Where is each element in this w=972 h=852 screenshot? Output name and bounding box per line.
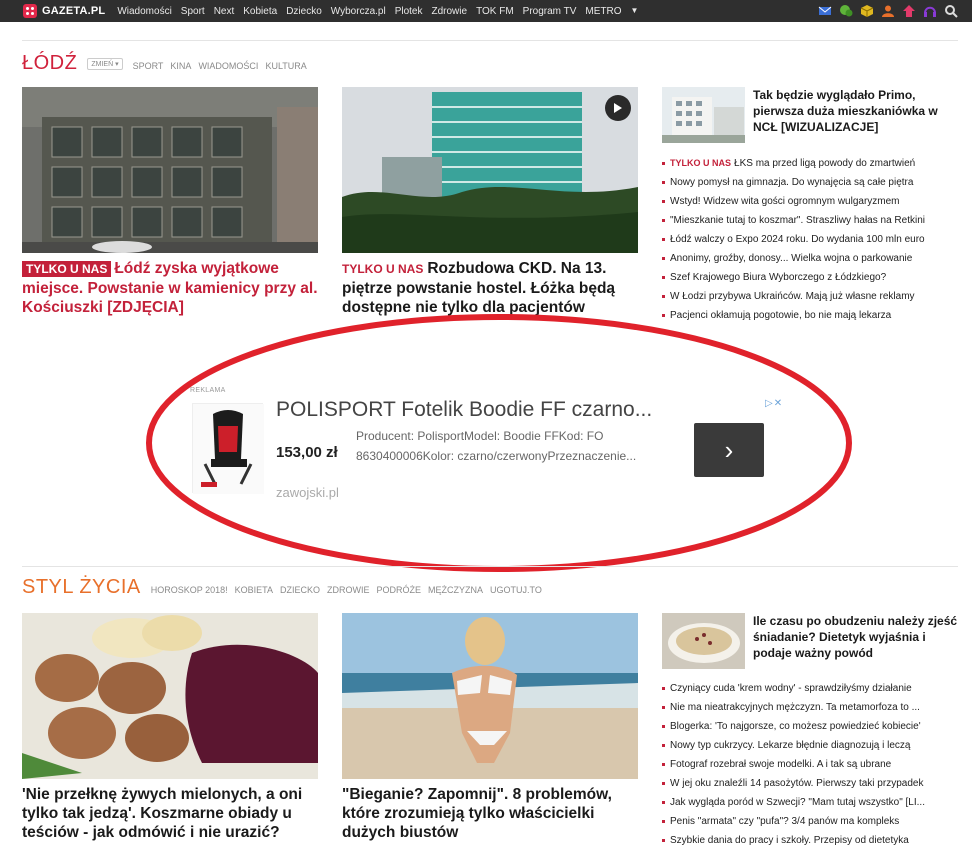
section-link-dziecko[interactable]: DZIECKO xyxy=(280,585,320,595)
ad-price: 153,00 zł xyxy=(276,444,338,461)
article-image-obiady[interactable] xyxy=(22,613,318,779)
styl-section-header: STYL ŻYCIA HOROSKOP 2018! KOBIETA DZIECK… xyxy=(22,576,549,599)
section-link-wiadomosci[interactable]: WIADOMOŚCI xyxy=(198,61,258,71)
section-link-horoskop[interactable]: HOROSKOP 2018! xyxy=(151,585,228,595)
section-link-podroze[interactable]: PODRÓŻE xyxy=(376,585,421,595)
top-icons xyxy=(818,4,958,18)
mail-icon[interactable] xyxy=(818,4,832,18)
list-item[interactable]: Nowy pomysł na gimnazja. Do wynajęcia są… xyxy=(662,173,958,192)
gazeta-logo[interactable]: GAZETA.PL xyxy=(23,4,105,18)
nav-link-metro[interactable]: METRO xyxy=(585,6,621,17)
article-title-ckd[interactable]: TYLKO U NAS Rozbudowa CKD. Na 13. piętrze… xyxy=(342,259,638,317)
section-link-zdrowie[interactable]: ZDROWIE xyxy=(327,585,370,595)
section-link-mezczyzna[interactable]: MĘŻCZYZNA xyxy=(428,585,483,595)
side-article-title[interactable]: Ile czasu po obudzeniu należy zjeść śnia… xyxy=(753,613,958,661)
side-article-thumbnail[interactable] xyxy=(662,87,745,143)
exclusive-tag: TYLKO U NAS xyxy=(22,261,112,277)
chevron-right-icon: › xyxy=(724,434,734,465)
section-title[interactable]: ŁÓDŹ xyxy=(22,52,77,75)
user-icon[interactable] xyxy=(881,4,895,18)
exclusive-tag: TYLKO U NAS xyxy=(670,158,732,168)
article-image-kamienica[interactable] xyxy=(22,87,318,253)
top-navigation-bar: GAZETA.PL Wiadomości Sport Next Kobieta … xyxy=(0,0,972,22)
list-item[interactable]: Czyniący cuda 'krem wodny' - sprawdziłyś… xyxy=(662,679,958,698)
nav-link-zdrowie[interactable]: Zdrowie xyxy=(432,6,468,17)
side-article-thumbnail[interactable] xyxy=(662,613,745,669)
nav-more-chevron-icon[interactable]: ▼ xyxy=(631,6,639,17)
list-item[interactable]: Szef Krajowego Biura Wyborczego z Łódzki… xyxy=(662,268,958,287)
list-item[interactable]: Fotograf rozebrał swoje modelki. A i tak… xyxy=(662,755,958,774)
article-title-bieganie[interactable]: "Bieganie? Zapomnij". 8 problemów, które… xyxy=(342,785,638,842)
styl-news-list: Czyniący cuda 'krem wodny' - sprawdziłyś… xyxy=(662,679,958,850)
ad-label: REKLAMA xyxy=(190,387,226,394)
ad-domain[interactable]: zawojski.pl xyxy=(276,485,339,500)
nav-link-wyborcza[interactable]: Wyborcza.pl xyxy=(331,6,386,17)
nav-link-wiadomosci[interactable]: Wiadomości xyxy=(117,6,171,17)
section-title[interactable]: STYL ŻYCIA xyxy=(22,576,141,599)
chat-icon[interactable] xyxy=(839,4,853,18)
list-item[interactable]: Jak wygląda poród w Szwecji? "Mam tutaj … xyxy=(662,793,958,812)
section-divider xyxy=(22,566,958,567)
nav-link-dziecko[interactable]: Dziecko xyxy=(286,6,322,17)
section-link-kina[interactable]: KINA xyxy=(170,61,191,71)
play-icon xyxy=(614,103,622,113)
ad-title[interactable]: POLISPORT Fotelik Boodie FF czarno... xyxy=(276,398,652,422)
section-link-sport[interactable]: SPORT xyxy=(133,61,164,71)
article-image-bieganie[interactable] xyxy=(342,613,638,779)
ad-product-image[interactable] xyxy=(192,403,264,494)
ad-description: Producent: PolisportModel: Boodie FFKod:… xyxy=(356,429,637,463)
list-item[interactable]: Szybkie dania do pracy i szkoły. Przepis… xyxy=(662,831,958,850)
list-item[interactable]: W Łodzi przybywa Ukraińców. Mają już wła… xyxy=(662,287,958,306)
ad-next-button[interactable]: › xyxy=(694,423,764,477)
nav-link-tokfm[interactable]: TOK FM xyxy=(476,6,514,17)
list-item[interactable]: Nie ma nieatrakcyjnych mężczyzn. Ta meta… xyxy=(662,698,958,717)
headphones-icon[interactable] xyxy=(923,4,937,18)
section-link-ugotuj[interactable]: UGOTUJ.TO xyxy=(490,585,542,595)
list-item[interactable]: W jej oku znaleźli 14 pasożytów. Pierwsz… xyxy=(662,774,958,793)
search-icon[interactable] xyxy=(944,4,958,18)
gazeta-logo-icon xyxy=(23,4,37,18)
article-image-ckd[interactable] xyxy=(342,87,638,253)
video-play-button[interactable] xyxy=(605,95,631,121)
logo-text: GAZETA.PL xyxy=(42,5,106,17)
list-item[interactable]: TYLKO U NAS ŁKS ma przed ligą powody do z… xyxy=(662,154,958,173)
exclusive-tag: TYLKO U NAS xyxy=(342,262,424,276)
home-icon[interactable] xyxy=(902,4,916,18)
article-title-kamienica[interactable]: TYLKO U NAS Łódź zyska wyjątkowe miejsce.… xyxy=(22,259,318,317)
list-item[interactable]: Wstyd! Widzew wita gości ogromnym wulgar… xyxy=(662,192,958,211)
article-title-obiady[interactable]: 'Nie przełknę żywych mielonych, a oni ty… xyxy=(22,785,318,842)
list-item[interactable]: Łódź walczy o Expo 2024 roku. Do wydania… xyxy=(662,230,958,249)
main-nav: Wiadomości Sport Next Kobieta Dziecko Wy… xyxy=(117,6,638,17)
box-icon[interactable] xyxy=(860,4,874,18)
list-item-text[interactable]: ŁKS ma przed ligą powody do zmartwień xyxy=(734,158,915,169)
lodz-news-list: TYLKO U NAS ŁKS ma przed ligą powody do z… xyxy=(662,154,958,325)
list-item[interactable]: Nowy typ cukrzycy. Lekarze błędnie diagn… xyxy=(662,736,958,755)
ad-choices-close-icon[interactable]: ▷✕ xyxy=(765,398,783,409)
nav-link-kobieta[interactable]: Kobieta xyxy=(243,6,277,17)
list-item[interactable]: Blogerka: 'To najgorsze, co możesz powie… xyxy=(662,717,958,736)
section-divider xyxy=(22,40,958,41)
section-link-kobieta[interactable]: KOBIETA xyxy=(235,585,273,595)
section-link-kultura[interactable]: KULTURA xyxy=(265,61,306,71)
lodz-section-header: ŁÓDŹ ZMIEŃ ▾ SPORT KINA WIADOMOŚCI KULTU… xyxy=(22,52,314,75)
list-item[interactable]: "Mieszkanie tutaj to koszmar". Straszliw… xyxy=(662,211,958,230)
list-item[interactable]: Penis "armata" czy "pufa"? 3/4 panów ma … xyxy=(662,812,958,831)
side-article-title[interactable]: Tak będzie wyglądało Primo, pierwsza duż… xyxy=(753,87,958,135)
nav-link-program-tv[interactable]: Program TV xyxy=(523,6,577,17)
nav-link-sport[interactable]: Sport xyxy=(181,6,205,17)
nav-link-next[interactable]: Next xyxy=(214,6,235,17)
nav-link-plotek[interactable]: Plotek xyxy=(395,6,423,17)
change-city-button[interactable]: ZMIEŃ ▾ xyxy=(87,58,123,70)
list-item[interactable]: Pacjenci okłamują pogotowie, bo nie mają… xyxy=(662,306,958,325)
list-item[interactable]: Anonimy, groźby, donosy... Wielka wojna … xyxy=(662,249,958,268)
